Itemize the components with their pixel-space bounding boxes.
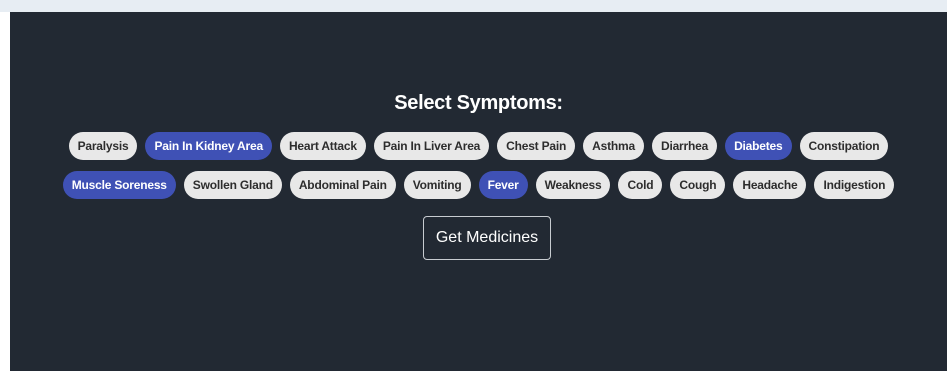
- symptom-chip-indigestion[interactable]: Indigestion: [814, 171, 895, 199]
- symptom-chip-fever[interactable]: Fever: [478, 171, 528, 199]
- symptom-chip-pain-in-kidney-area[interactable]: Pain In Kidney Area: [145, 132, 272, 160]
- symptom-chip-pain-in-liver-area[interactable]: Pain In Liver Area: [373, 132, 490, 160]
- symptom-panel: Select Symptoms: Paralysis Pain In Kidne…: [10, 12, 947, 371]
- symptom-chip-heart-attack[interactable]: Heart Attack: [279, 132, 366, 160]
- page-title: Select Symptoms:: [394, 92, 563, 114]
- left-margin: [0, 12, 10, 371]
- symptom-chip-swollen-gland[interactable]: Swollen Gland: [183, 171, 282, 199]
- symptom-chip-cough[interactable]: Cough: [670, 171, 726, 199]
- symptom-chip-abdominal-pain[interactable]: Abdominal Pain: [289, 171, 396, 199]
- symptom-chip-row-2: Muscle Soreness Swollen Gland Abdominal …: [10, 171, 947, 199]
- get-medicines-button[interactable]: Get Medicines: [423, 216, 551, 260]
- symptom-chip-chest-pain[interactable]: Chest Pain: [497, 132, 576, 160]
- symptom-chip-cold[interactable]: Cold: [618, 171, 663, 199]
- symptom-chip-vomiting[interactable]: Vomiting: [403, 171, 471, 199]
- top-strip: [0, 0, 947, 12]
- symptom-chip-paralysis[interactable]: Paralysis: [68, 132, 138, 160]
- symptom-chip-diarrhea[interactable]: Diarrhea: [651, 132, 718, 160]
- symptom-chip-weakness[interactable]: Weakness: [535, 171, 611, 199]
- symptom-chip-row-1: Paralysis Pain In Kidney Area Heart Atta…: [10, 132, 947, 160]
- symptom-chip-asthma[interactable]: Asthma: [583, 132, 644, 160]
- symptom-chip-muscle-soreness[interactable]: Muscle Soreness: [62, 171, 176, 199]
- symptom-chip-constipation[interactable]: Constipation: [799, 132, 889, 160]
- symptom-chip-diabetes[interactable]: Diabetes: [725, 132, 792, 160]
- symptom-chip-headache[interactable]: Headache: [733, 171, 807, 199]
